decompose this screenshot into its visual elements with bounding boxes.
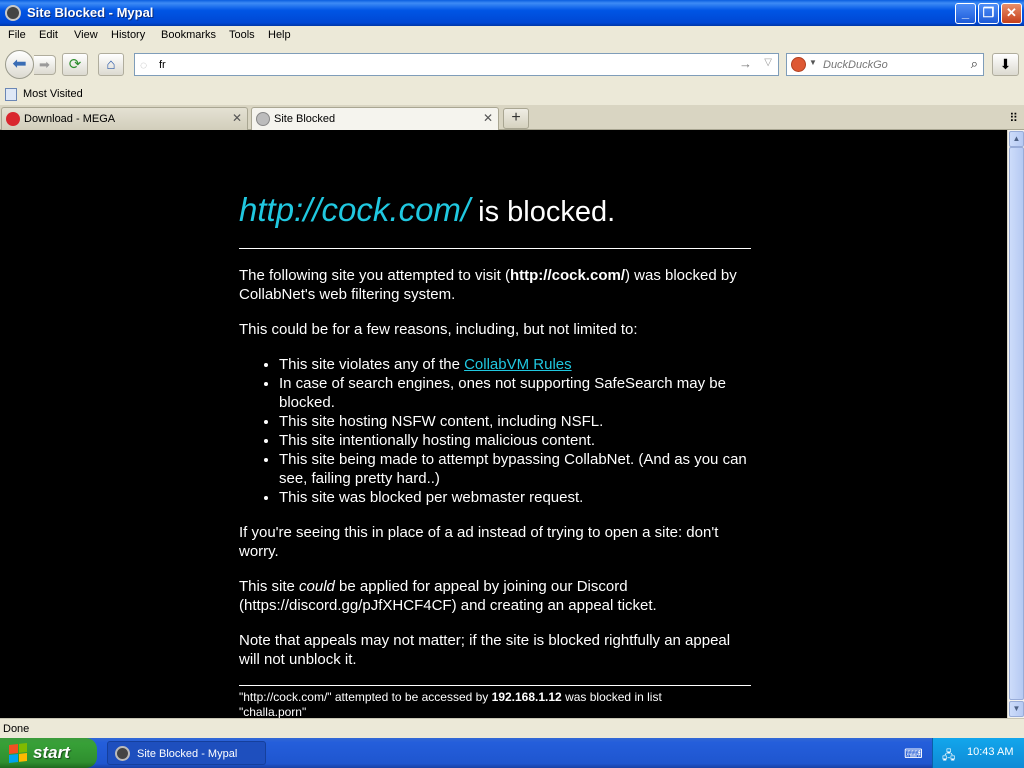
minimize-button[interactable]: _ [955, 3, 976, 24]
url-dropdown-icon[interactable]: ▽ [764, 57, 772, 68]
engine-dropdown-icon[interactable]: ▼ [809, 58, 817, 67]
footer-text: "http://cock.com/" attempted to be acces… [239, 690, 492, 704]
start-button[interactable]: start [0, 738, 97, 768]
vertical-scrollbar[interactable]: ▲ ▼ [1007, 130, 1024, 718]
list-item: This site hosting NSFW content, includin… [279, 412, 751, 431]
menu-edit[interactable]: Edit [39, 29, 58, 41]
start-label: start [33, 743, 70, 762]
status-bar: Done [0, 718, 1024, 738]
tab-label: Download - MEGA [24, 113, 116, 125]
url-input[interactable] [159, 57, 739, 72]
appeal-note: Note that appeals may not matter; if the… [239, 632, 731, 668]
tab-strip: Download - MEGA ✕ Site Blocked ✕ + ⠿ [0, 105, 1024, 131]
menu-history[interactable]: History [111, 29, 145, 41]
search-icon[interactable]: ⌕ [971, 56, 978, 72]
go-arrow-icon[interactable]: → [739, 56, 752, 71]
taskbar-item-mypal[interactable]: Site Blocked - Mypal [107, 741, 266, 765]
forward-arrow-icon: ➡ [39, 57, 50, 72]
bookmark-folder-icon [5, 88, 17, 101]
new-tab-button[interactable]: + [503, 108, 529, 129]
menu-help[interactable]: Help [268, 29, 291, 41]
tab-download-mega[interactable]: Download - MEGA ✕ [1, 107, 248, 130]
back-arrow-icon: ⬅ [12, 54, 27, 73]
url-bar[interactable]: ◌ → ▽ [134, 53, 779, 76]
mega-favicon-icon [6, 112, 20, 126]
page-heading: http://cock.com/ is blocked. [239, 190, 751, 230]
bookmarks-toolbar: Most Visited [0, 84, 1024, 105]
menu-view[interactable]: View [74, 29, 98, 41]
block-notice: http://cock.com/ is blocked. The followi… [239, 190, 751, 718]
close-tab-icon[interactable]: ✕ [232, 111, 242, 125]
home-icon: ⌂ [106, 56, 116, 73]
divider [239, 248, 751, 249]
close-tab-icon[interactable]: ✕ [483, 111, 493, 125]
reload-button[interactable]: ⟳ [62, 53, 88, 76]
task-label: Site Blocked - Mypal [137, 748, 238, 760]
system-tray: 🖧 10:43 AM [932, 738, 1024, 768]
intro-paragraph: The following site you attempted to visi… [239, 266, 751, 304]
taskbar: start Site Blocked - Mypal ⌨ 🖧 10:43 AM [0, 738, 1024, 768]
list-item: This site violates any of the CollabVM R… [279, 355, 751, 374]
menu-tools[interactable]: Tools [229, 29, 255, 41]
menu-bar: File Edit View History Bookmarks Tools H… [0, 26, 1024, 46]
keyboard-icon[interactable]: ⌨ [904, 746, 923, 762]
tab-list-icon[interactable]: ⠿ [1009, 111, 1018, 125]
page-content: http://cock.com/ is blocked. The followi… [0, 130, 1007, 718]
window-titlebar: Site Blocked - Mypal _ ❐ ✕ [0, 0, 1024, 26]
list-item: This site being made to attempt bypassin… [279, 450, 751, 488]
close-window-button[interactable]: ✕ [1001, 3, 1022, 24]
tab-label: Site Blocked [274, 113, 336, 125]
list-item: This site was blocked per webmaster requ… [279, 488, 751, 507]
list-item: In case of search engines, ones not supp… [279, 374, 751, 412]
list-item: This site intentionally hosting maliciou… [279, 431, 751, 450]
reason-text: This site violates any of the [279, 356, 465, 373]
downloads-button[interactable]: ⬇ [992, 53, 1019, 76]
back-button[interactable]: ⬅ [5, 50, 34, 79]
collabvm-rules-link[interactable]: CollabVM Rules [464, 356, 572, 373]
home-button[interactable]: ⌂ [98, 53, 124, 76]
network-icon[interactable]: 🖧 [942, 746, 955, 767]
status-text: Done [3, 723, 30, 735]
reload-icon: ⟳ [68, 56, 82, 73]
reasons-list: This site violates any of the CollabVM R… [279, 355, 751, 507]
footer-ip: 192.168.1.12 [491, 690, 562, 704]
window-title: Site Blocked - Mypal [27, 5, 154, 20]
scroll-down-icon[interactable]: ▼ [1009, 701, 1024, 717]
footer-note: "http://cock.com/" attempted to be acces… [239, 690, 751, 718]
download-arrow-icon: ⬇ [999, 56, 1012, 72]
duckduckgo-icon[interactable] [791, 57, 806, 72]
footer-text-mid: was blocked in list [561, 690, 662, 704]
intro-url: http://cock.com/ [509, 267, 625, 284]
clock[interactable]: 10:43 AM [967, 746, 1013, 758]
footer-list-name: "challa.porn" [239, 705, 307, 718]
plus-icon: + [511, 109, 521, 126]
scroll-thumb[interactable] [1009, 147, 1024, 700]
ad-note: If you're seeing this in place of a ad i… [239, 524, 719, 560]
search-bar[interactable]: ▼ ⌕ [786, 53, 984, 76]
tab-site-blocked[interactable]: Site Blocked ✕ [251, 107, 499, 131]
scroll-up-icon[interactable]: ▲ [1009, 131, 1024, 147]
appeal-text: This site [239, 578, 300, 595]
mypal-app-icon[interactable] [5, 5, 21, 21]
menu-file[interactable]: File [8, 29, 26, 41]
menu-bookmarks[interactable]: Bookmarks [161, 29, 216, 41]
intro-text: The following site you attempted to visi… [239, 267, 510, 284]
navigation-toolbar: ⬅ ➡ ⟳ ⌂ ◌ → ▽ ▼ ⌕ ⬇ [0, 46, 1024, 84]
bookmark-most-visited[interactable]: Most Visited [23, 88, 83, 100]
globe-favicon-icon [256, 112, 270, 126]
mypal-app-icon [115, 746, 130, 761]
footer-divider [239, 685, 751, 686]
globe-icon: ◌ [140, 58, 148, 72]
appeal-emphasis: could [299, 578, 335, 595]
reasons-intro: This could be for a few reasons, includi… [239, 321, 638, 338]
appeal-paragraph: This site could be applied for appeal by… [239, 577, 751, 615]
search-input[interactable] [823, 58, 958, 72]
forward-button[interactable]: ➡ [34, 55, 56, 75]
blocked-url-heading: http://cock.com/ [239, 191, 471, 228]
heading-suffix: is blocked. [478, 196, 616, 228]
maximize-button[interactable]: ❐ [978, 3, 999, 24]
windows-flag-icon [9, 743, 27, 763]
